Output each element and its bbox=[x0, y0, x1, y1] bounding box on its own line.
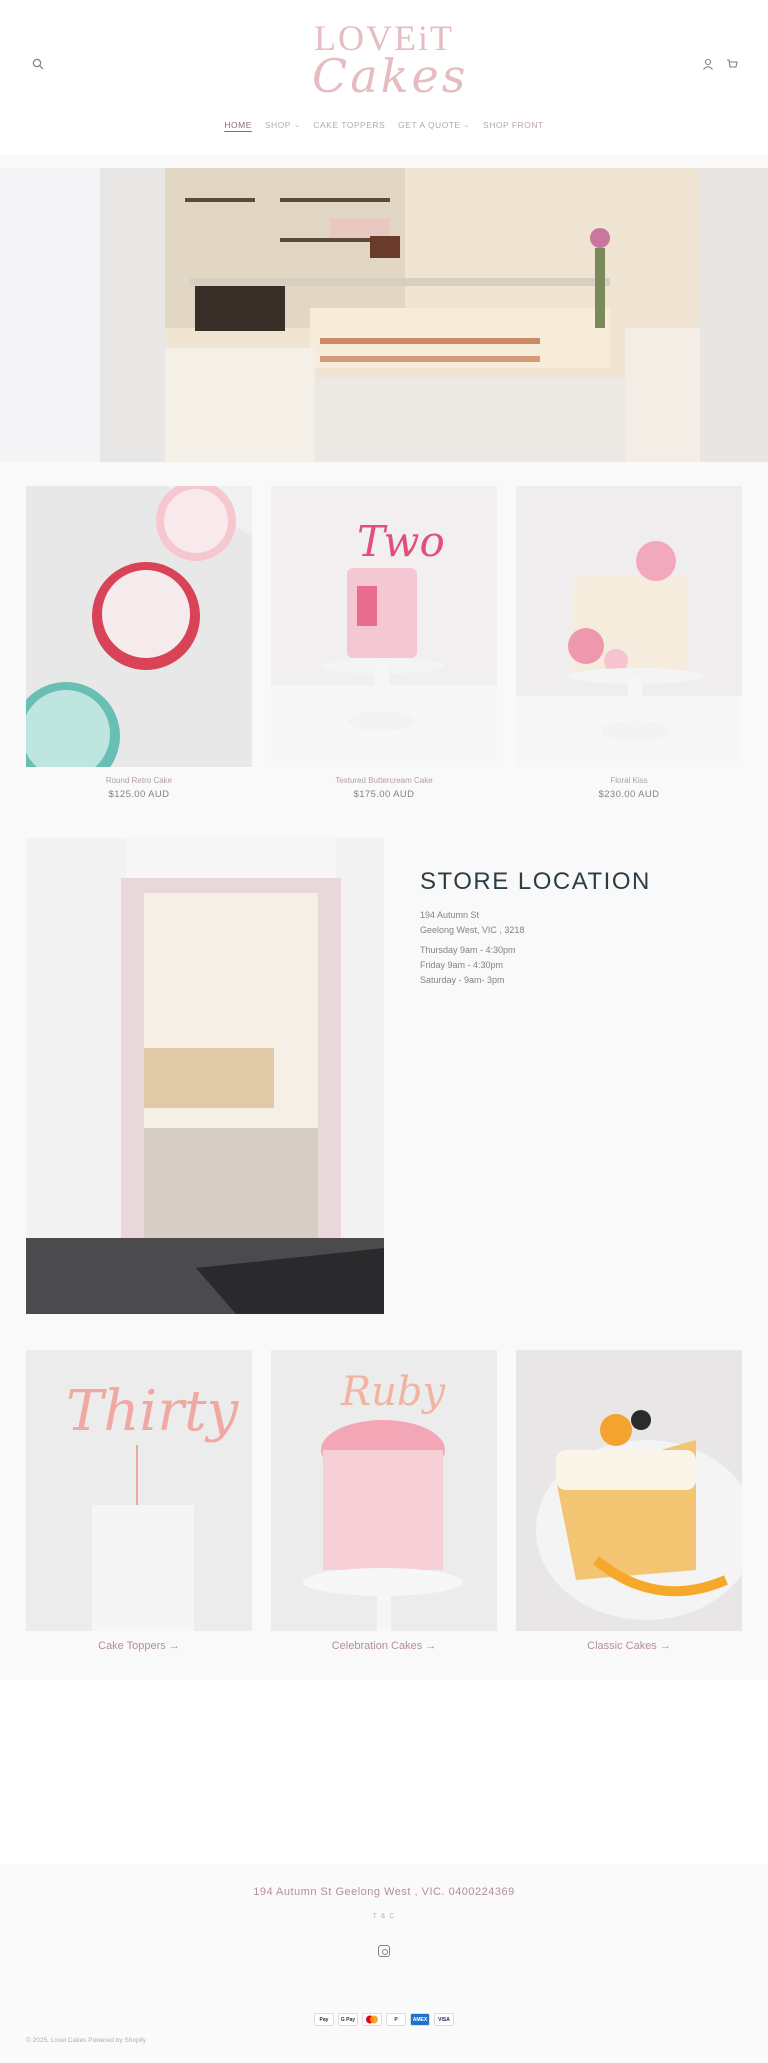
main-nav: HOME SHOP ⌄ CAKE TOPPERS GET A QUOTE ⌄ SHO… bbox=[0, 120, 768, 130]
nav-shop-label: SHOP bbox=[264, 120, 291, 130]
collection-link-classic-cakes[interactable]: Classic Cakes → bbox=[516, 1640, 742, 1652]
store-hours-saturday: Saturday - 9am- 3pm bbox=[420, 975, 505, 985]
nav-get-a-quote-label: GET A QUOTE bbox=[398, 120, 461, 130]
instagram-icon[interactable] bbox=[378, 1945, 390, 1957]
product-image-round-retro-cake[interactable] bbox=[26, 486, 252, 767]
product-price: $230.00 AUD bbox=[598, 789, 660, 800]
apple-pay-icon: Pay bbox=[314, 2013, 334, 2026]
google-pay-icon: G Pay bbox=[338, 2013, 358, 2026]
mastercard-icon bbox=[362, 2013, 382, 2026]
product-price: $175.00 AUD bbox=[353, 789, 415, 800]
collection-link-cake-toppers[interactable]: Cake Toppers → bbox=[26, 1640, 252, 1652]
logo-bottom-text: Cakes bbox=[312, 49, 469, 103]
paypal-icon: P bbox=[386, 2013, 406, 2026]
nav-shop-front-label: SHOP FRONT bbox=[483, 120, 544, 130]
search-icon[interactable] bbox=[30, 56, 46, 72]
nav-home[interactable]: HOME bbox=[224, 120, 252, 130]
product-price: $125.00 AUD bbox=[108, 789, 170, 800]
store-location-title: STORE LOCATION bbox=[420, 868, 651, 895]
product-title[interactable]: Round Retro Cake bbox=[26, 776, 252, 785]
site-header: LOVEiT Cakes HOME SHOP ⌄ CAKE TOPPERS GET… bbox=[0, 0, 768, 155]
nav-get-a-quote[interactable]: GET A QUOTE ⌄ bbox=[398, 120, 470, 130]
amex-icon: AMEX bbox=[410, 2013, 430, 2026]
visa-icon: VISA bbox=[434, 2013, 454, 2026]
store-hours-thursday: Thursday 9am - 4:30pm bbox=[420, 945, 516, 955]
nav-cake-toppers-label: CAKE TOPPERS bbox=[313, 120, 386, 130]
collection-image-cake-toppers[interactable]: Thirty bbox=[26, 1350, 252, 1631]
product-title[interactable]: Floral Kiss bbox=[516, 776, 742, 785]
chevron-down-icon: ⌄ bbox=[463, 122, 471, 129]
chevron-down-icon: ⌄ bbox=[293, 122, 301, 129]
svg-text:Thirty: Thirty bbox=[66, 1379, 240, 1444]
cart-icon[interactable] bbox=[724, 56, 740, 72]
nav-shop-front[interactable]: SHOP FRONT bbox=[483, 120, 544, 130]
payment-icons: Pay G Pay P AMEX VISA bbox=[314, 2013, 454, 2026]
product-image-floral-kiss[interactable] bbox=[516, 486, 742, 767]
product-image-textured-buttercream-cake[interactable]: Two bbox=[271, 486, 497, 767]
site-logo[interactable]: LOVEiT Cakes bbox=[312, 18, 469, 114]
collection-image-celebration-cakes[interactable]: Ruby bbox=[271, 1350, 497, 1631]
collection-link-celebration-cakes[interactable]: Celebration Cakes → bbox=[271, 1640, 497, 1652]
nav-cake-toppers[interactable]: CAKE TOPPERS bbox=[313, 120, 385, 130]
product-title[interactable]: Textured Buttercream Cake bbox=[271, 776, 497, 785]
collection-image-classic-cakes[interactable] bbox=[516, 1350, 742, 1631]
store-address-line1: 194 Autumn St bbox=[420, 910, 480, 920]
store-hours-friday: Friday 9am - 4:30pm bbox=[420, 960, 504, 970]
svg-text:Ruby: Ruby bbox=[340, 1369, 446, 1415]
nav-shop[interactable]: SHOP ⌄ bbox=[265, 120, 300, 130]
svg-text:Two: Two bbox=[357, 517, 445, 566]
nav-home-label: HOME bbox=[224, 120, 252, 130]
copyright-text: © 2025, Lovel Cakes Powered by Shopify bbox=[26, 2037, 147, 2044]
store-front-image bbox=[26, 838, 384, 1314]
hero-image bbox=[0, 168, 768, 462]
store-address-line2: Geelong West, VIC , 3218 bbox=[420, 925, 525, 935]
footer-terms-link[interactable]: T & C bbox=[0, 1913, 768, 1920]
account-icon[interactable] bbox=[700, 56, 716, 72]
footer-address: 194 Autumn St Geelong West , VIC. 040022… bbox=[253, 1886, 515, 1898]
